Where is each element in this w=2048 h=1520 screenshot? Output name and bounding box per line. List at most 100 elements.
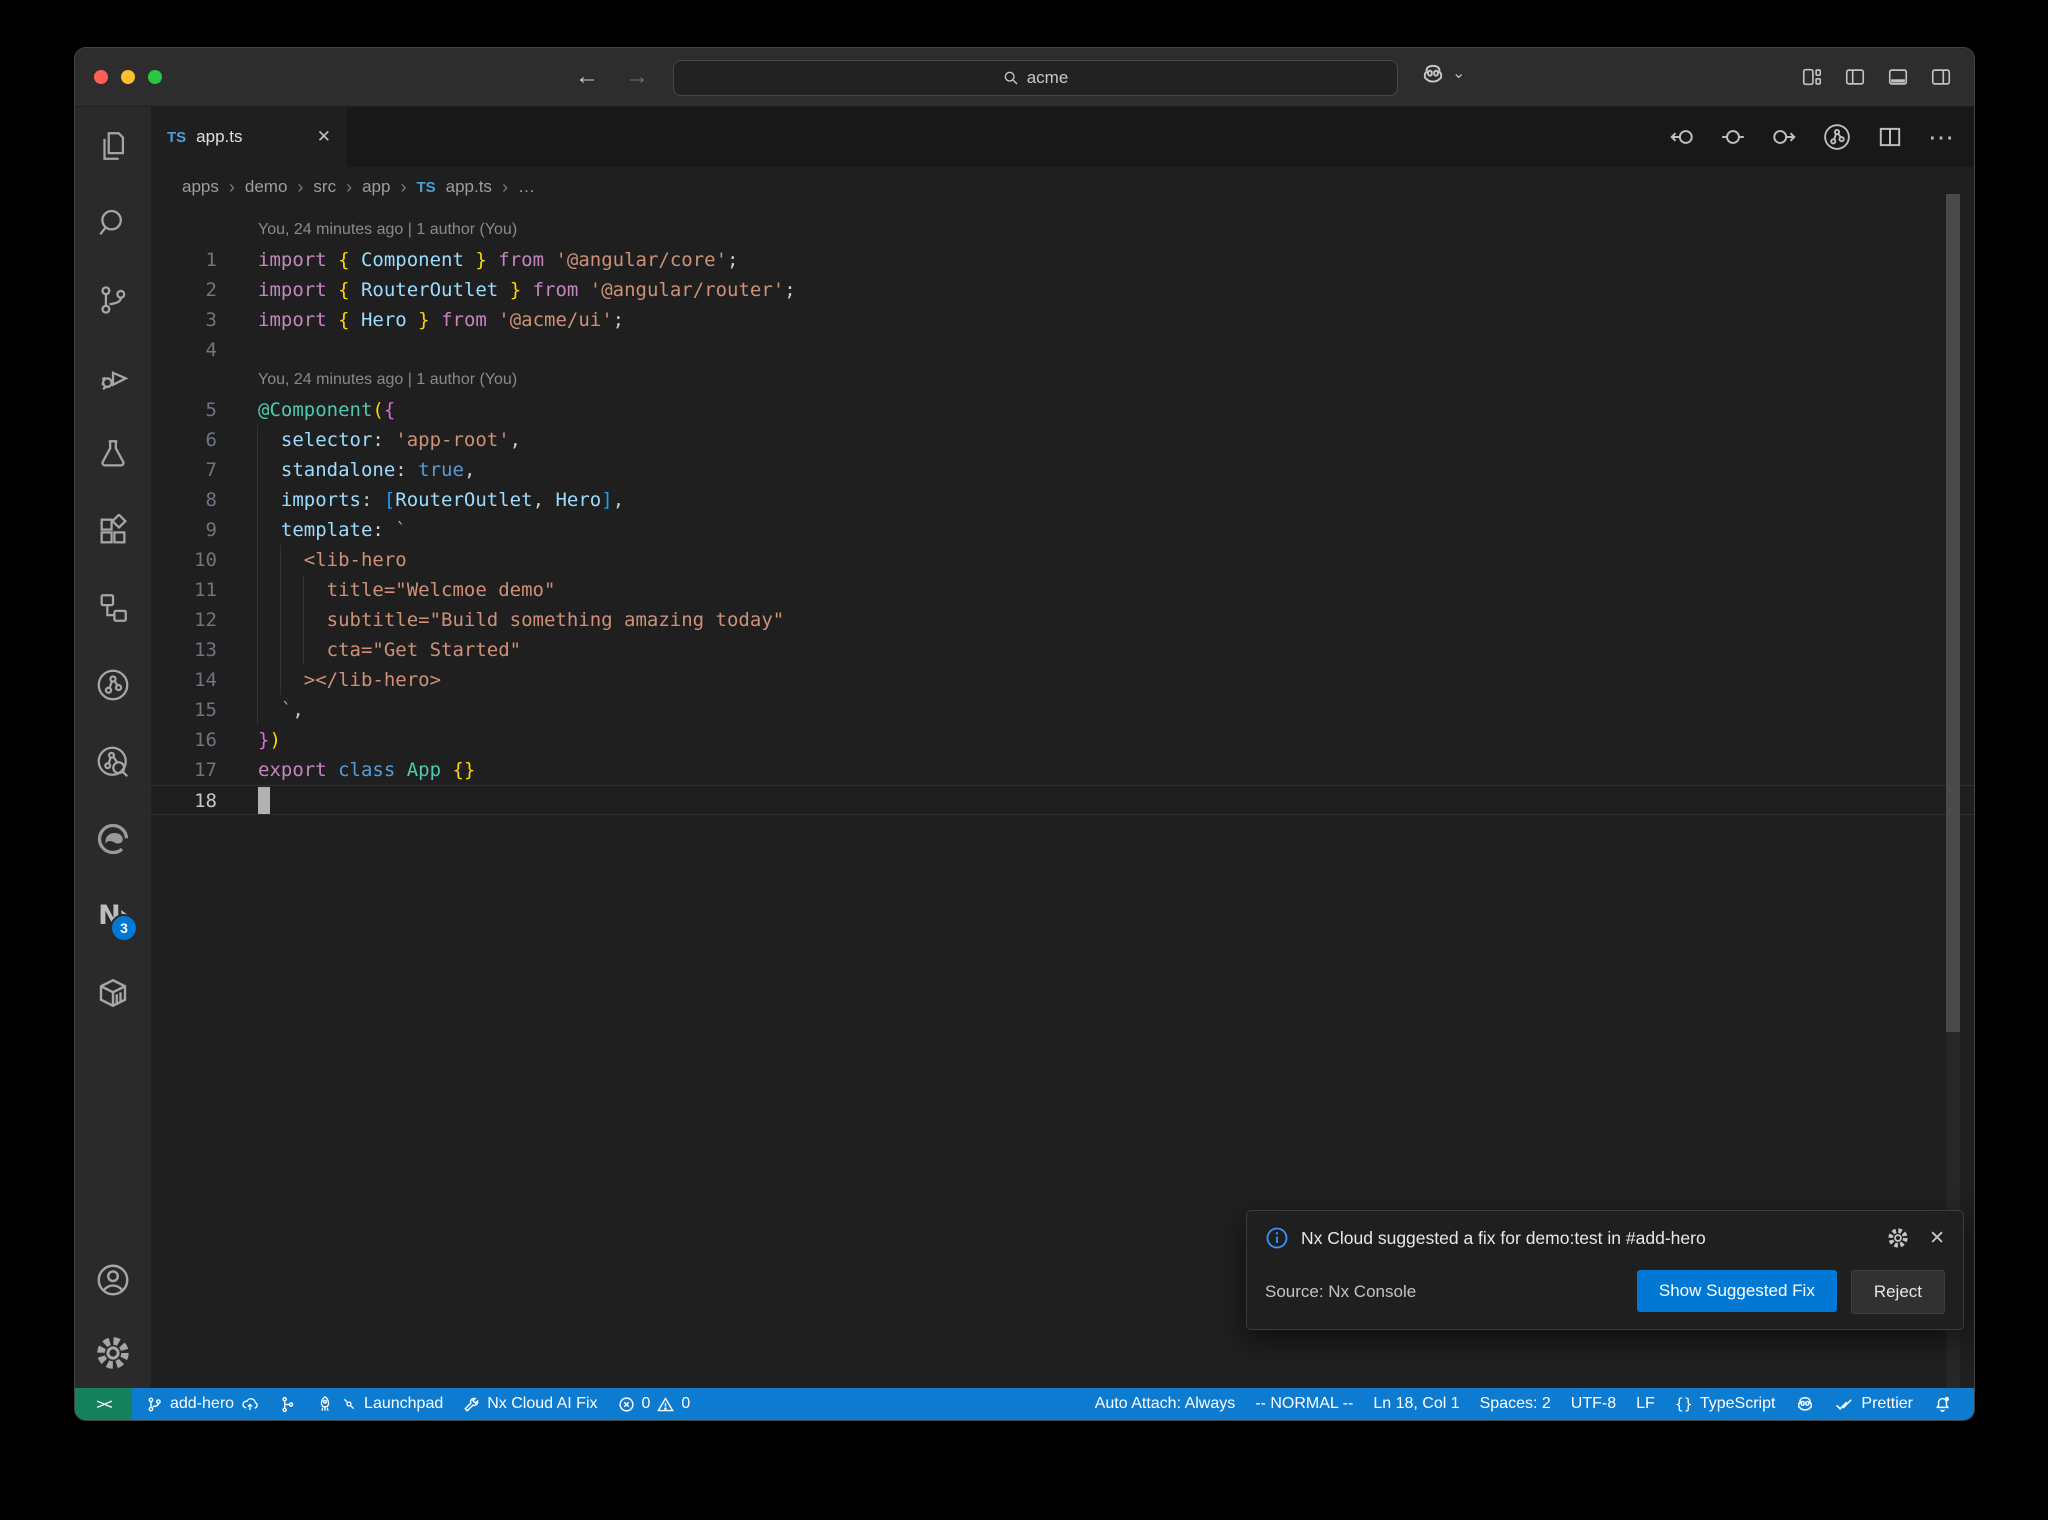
maximize-window-button[interactable] bbox=[148, 70, 162, 84]
code-line-15[interactable]: 15 `, bbox=[151, 695, 1974, 725]
run-debug-icon[interactable] bbox=[75, 338, 151, 415]
codelens-blame[interactable]: You, 24 minutes ago | 1 author (You) bbox=[151, 215, 1974, 245]
line-number[interactable]: 7 bbox=[151, 455, 217, 485]
line-number[interactable]: 16 bbox=[151, 725, 217, 755]
vim-mode-status[interactable]: -- NORMAL -- bbox=[1245, 1388, 1363, 1420]
formatter-status[interactable]: Prettier bbox=[1825, 1388, 1923, 1420]
line-number[interactable]: 3 bbox=[151, 305, 217, 335]
scrollbar-thumb[interactable] bbox=[1946, 194, 1960, 1032]
source-control-icon[interactable] bbox=[75, 261, 151, 338]
breadcrumb-file[interactable]: app.ts bbox=[446, 177, 492, 197]
code-line-3[interactable]: 3 import { Hero } from '@acme/ui'; bbox=[151, 305, 1974, 335]
container-tools-icon[interactable] bbox=[75, 954, 151, 1031]
close-tab-icon[interactable]: ✕ bbox=[317, 127, 331, 147]
code-line-7[interactable]: 7 standalone: true, bbox=[151, 455, 1974, 485]
nx-graph-icon[interactable] bbox=[75, 646, 151, 723]
code-line-12[interactable]: 12 subtitle="Build something amazing tod… bbox=[151, 605, 1974, 635]
code-line-6[interactable]: 6 selector: 'app-root', bbox=[151, 425, 1974, 455]
breadcrumb-item[interactable]: apps bbox=[182, 177, 219, 197]
line-number[interactable]: 15 bbox=[151, 695, 217, 725]
nx-console-icon[interactable]: N› 3 bbox=[75, 877, 151, 954]
customize-layout-icon[interactable] bbox=[1801, 66, 1823, 88]
settings-gear-icon[interactable] bbox=[75, 1318, 151, 1388]
code-line-11[interactable]: 11 title="Welcmoe demo" bbox=[151, 575, 1974, 605]
notification-settings-gear-icon[interactable] bbox=[1887, 1227, 1909, 1249]
breadcrumb-item[interactable]: app bbox=[362, 177, 390, 197]
line-number[interactable]: 12 bbox=[151, 605, 217, 635]
code-line-13[interactable]: 13 cta="Get Started" bbox=[151, 635, 1974, 665]
code-line-4[interactable]: 4 bbox=[151, 335, 1974, 365]
eol-status[interactable]: LF bbox=[1626, 1388, 1665, 1420]
line-number[interactable]: 17 bbox=[151, 755, 217, 785]
nx-run-target-icon[interactable] bbox=[1822, 122, 1852, 152]
show-suggested-fix-button[interactable]: Show Suggested Fix bbox=[1636, 1270, 1837, 1312]
nx-cloud-fix-status[interactable]: Nx Cloud AI Fix bbox=[453, 1388, 607, 1420]
auto-attach-status[interactable]: Auto Attach: Always bbox=[1085, 1388, 1246, 1420]
split-editor-icon[interactable] bbox=[1877, 124, 1903, 150]
extensions-icon[interactable] bbox=[75, 492, 151, 569]
copilot-status[interactable] bbox=[1785, 1388, 1825, 1420]
git-branch-status[interactable]: add-hero bbox=[136, 1388, 269, 1420]
code-line-10[interactable]: 10 <lib-hero bbox=[151, 545, 1974, 575]
code-line-1[interactable]: 1 import { Component } from '@angular/cor… bbox=[151, 245, 1974, 275]
history-back-icon[interactable]: ← bbox=[575, 63, 599, 91]
line-number[interactable]: 13 bbox=[151, 635, 217, 665]
toggle-panel-icon[interactable] bbox=[1887, 66, 1909, 88]
line-number[interactable]: 2 bbox=[151, 275, 217, 305]
search-sidebar-icon[interactable] bbox=[75, 184, 151, 261]
nav-position-icon[interactable] bbox=[1720, 124, 1746, 150]
breadcrumb-item[interactable]: src bbox=[313, 177, 336, 197]
scrollbar-track[interactable] bbox=[1946, 194, 1960, 1388]
more-actions-icon[interactable]: ⋯ bbox=[1928, 124, 1956, 150]
code-line-14[interactable]: 14 ></lib-hero> bbox=[151, 665, 1974, 695]
code-line-9[interactable]: 9 template: ` bbox=[151, 515, 1974, 545]
problems-status[interactable]: 0 0 bbox=[608, 1388, 701, 1420]
breadcrumb-item[interactable]: demo bbox=[245, 177, 288, 197]
command-center-search[interactable]: acme bbox=[673, 60, 1398, 96]
tab-app-ts[interactable]: TS app.ts ✕ bbox=[151, 107, 347, 167]
line-number[interactable]: 6 bbox=[151, 425, 217, 455]
line-number[interactable]: 9 bbox=[151, 515, 217, 545]
code-line-8[interactable]: 8 imports: [RouterOutlet, Hero], bbox=[151, 485, 1974, 515]
testing-icon[interactable] bbox=[75, 415, 151, 492]
git-graph-status[interactable] bbox=[269, 1388, 306, 1420]
line-number[interactable]: 5 bbox=[151, 395, 217, 425]
code-line-5[interactable]: 5 @Component({ bbox=[151, 395, 1974, 425]
project-structure-icon[interactable] bbox=[75, 569, 151, 646]
nx-graph-search-icon[interactable] bbox=[75, 723, 151, 800]
line-number[interactable]: 8 bbox=[151, 485, 217, 515]
code-line-2[interactable]: 2 import { RouterOutlet } from '@angular/… bbox=[151, 275, 1974, 305]
line-number[interactable]: 4 bbox=[151, 335, 217, 365]
nav-forward-circle-icon[interactable] bbox=[1771, 124, 1797, 150]
encoding-status[interactable]: UTF-8 bbox=[1561, 1388, 1626, 1420]
notification-close-icon[interactable]: ✕ bbox=[1929, 1227, 1945, 1250]
remote-indicator[interactable]: >< bbox=[75, 1388, 132, 1420]
language-mode-status[interactable]: {} TypeScript bbox=[1665, 1388, 1786, 1420]
line-number[interactable]: 18 bbox=[151, 786, 217, 814]
close-window-button[interactable] bbox=[94, 70, 108, 84]
notifications-bell[interactable] bbox=[1923, 1388, 1962, 1420]
toggle-secondary-sidebar-icon[interactable] bbox=[1930, 66, 1952, 88]
code-line-17[interactable]: 17 export class App {} bbox=[151, 755, 1974, 785]
code-line-18[interactable]: 18 bbox=[151, 785, 1974, 815]
line-number[interactable]: 10 bbox=[151, 545, 217, 575]
launchpad-status[interactable]: Launchpad bbox=[306, 1388, 453, 1420]
nav-back-circle-icon[interactable] bbox=[1669, 124, 1695, 150]
reject-button[interactable]: Reject bbox=[1850, 1270, 1945, 1314]
line-number[interactable]: 14 bbox=[151, 665, 217, 695]
history-forward-icon[interactable]: → bbox=[625, 63, 649, 91]
codelens-blame[interactable]: You, 24 minutes ago | 1 author (You) bbox=[151, 365, 1974, 395]
cursor-position-status[interactable]: Ln 18, Col 1 bbox=[1363, 1388, 1469, 1420]
explorer-icon[interactable] bbox=[75, 107, 151, 184]
breadcrumb-more[interactable]: … bbox=[518, 177, 535, 197]
copilot-menu[interactable]: ⌄ bbox=[1420, 61, 1465, 87]
remote-icon: >< bbox=[96, 1395, 112, 1413]
edge-browser-icon[interactable] bbox=[75, 800, 151, 877]
toggle-primary-sidebar-icon[interactable] bbox=[1844, 66, 1866, 88]
indentation-status[interactable]: Spaces: 2 bbox=[1470, 1388, 1561, 1420]
line-number[interactable]: 11 bbox=[151, 575, 217, 605]
code-line-16[interactable]: 16}) bbox=[151, 725, 1974, 755]
minimize-window-button[interactable] bbox=[121, 70, 135, 84]
accounts-icon[interactable] bbox=[75, 1241, 151, 1318]
line-number[interactable]: 1 bbox=[151, 245, 217, 275]
